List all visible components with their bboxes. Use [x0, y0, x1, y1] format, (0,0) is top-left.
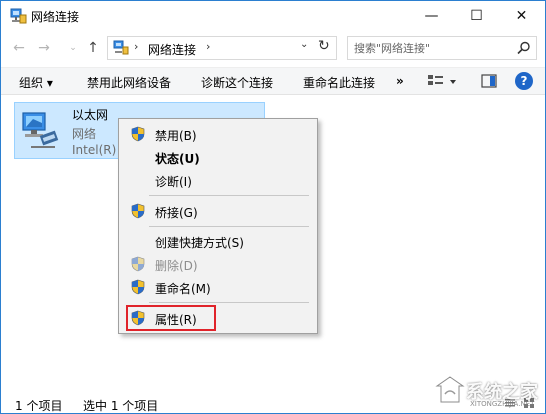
close-button[interactable]: ✕ — [499, 1, 544, 31]
search-icon[interactable] — [516, 40, 532, 56]
menu-item-bridge[interactable]: 桥接(G) — [121, 200, 315, 222]
menu-item-status[interactable]: 状态(U) — [121, 146, 315, 168]
menu-item-rename[interactable]: 重命名(M) — [121, 276, 315, 298]
breadcrumb-network-connections[interactable]: 网络连接 — [148, 41, 196, 58]
up-button[interactable]: ↑ — [83, 38, 103, 58]
connection-name: 以太网 — [72, 108, 109, 122]
watermark-logo-icon — [435, 376, 465, 403]
menu-separator — [149, 302, 309, 303]
disable-device-button[interactable]: 禁用此网络设备 — [87, 74, 171, 91]
rename-connection-button[interactable]: 重命名此连接 — [303, 74, 375, 91]
menu-item-label: 状态(U) — [155, 152, 200, 166]
refresh-button[interactable]: ↻ — [318, 38, 330, 54]
title-bar: 网络连接 — ☐ ✕ — [1, 1, 545, 32]
uac-shield-icon — [131, 256, 145, 272]
more-commands-button[interactable]: » — [396, 74, 404, 88]
item-count: 1 个项目 — [15, 399, 63, 413]
window-title: 网络连接 — [31, 10, 80, 24]
preview-pane-icon[interactable] — [481, 74, 497, 88]
breadcrumb-separator[interactable]: › — [206, 40, 210, 53]
menu-item-label: 桥接(G) — [155, 206, 198, 220]
connection-type: 网络 — [72, 127, 97, 141]
menu-item-diagnose[interactable]: 诊断(I) — [121, 169, 315, 191]
watermark-subtext: XITONGZHIJIA.NET — [470, 400, 535, 408]
selected-count: 选中 1 个项目 — [83, 399, 159, 413]
menu-item-create-shortcut[interactable]: 创建快捷方式(S) — [121, 230, 315, 252]
minimize-button[interactable]: — — [409, 1, 454, 31]
recent-locations-button[interactable]: ⌄ — [67, 38, 79, 58]
navigation-bar: ← → ⌄ ↑ › 网络连接 › ⌄ ↻ — [1, 32, 545, 64]
uac-shield-icon — [131, 279, 145, 295]
organize-button[interactable]: 组织 ▾ — [19, 74, 53, 91]
diagnose-button[interactable]: 诊断这个连接 — [201, 74, 273, 91]
menu-item-label: 重命名(M) — [155, 282, 211, 296]
breadcrumb-separator[interactable]: › — [134, 40, 138, 53]
properties-highlight-box — [126, 305, 216, 331]
menu-item-delete: 删除(D) — [121, 253, 315, 275]
menu-separator — [149, 195, 309, 196]
uac-shield-icon — [131, 126, 145, 142]
menu-item-label: 删除(D) — [155, 259, 198, 273]
command-bar: 组织 ▾ 禁用此网络设备 诊断这个连接 重命名此连接 » ? — [1, 67, 545, 95]
menu-item-label: 禁用(B) — [155, 129, 197, 143]
context-menu: 禁用(B) 状态(U) 诊断(I) 桥接(G) 创建快捷方式(S) 删除(D) … — [118, 118, 318, 334]
back-button[interactable]: ← — [9, 38, 29, 58]
network-connections-icon — [113, 40, 129, 55]
ethernet-adapter-icon — [22, 112, 59, 148]
menu-separator — [149, 226, 309, 227]
watermark: 系统之家 XITONGZHIJIA.NET — [426, 370, 542, 410]
help-button[interactable]: ? — [515, 72, 533, 90]
menu-item-label: 创建快捷方式(S) — [155, 236, 244, 250]
uac-shield-icon — [131, 203, 145, 219]
change-view-icon[interactable] — [426, 73, 458, 91]
address-bar[interactable]: › 网络连接 › ⌄ ↻ — [107, 36, 337, 60]
maximize-button[interactable]: ☐ — [454, 1, 499, 31]
search-box[interactable] — [347, 36, 537, 60]
search-input[interactable] — [354, 40, 514, 56]
address-dropdown-button[interactable]: ⌄ — [300, 39, 308, 50]
network-connections-icon — [10, 8, 27, 24]
forward-button[interactable]: → — [34, 38, 54, 58]
menu-item-label: 诊断(I) — [155, 175, 192, 189]
menu-item-disable[interactable]: 禁用(B) — [121, 123, 315, 145]
